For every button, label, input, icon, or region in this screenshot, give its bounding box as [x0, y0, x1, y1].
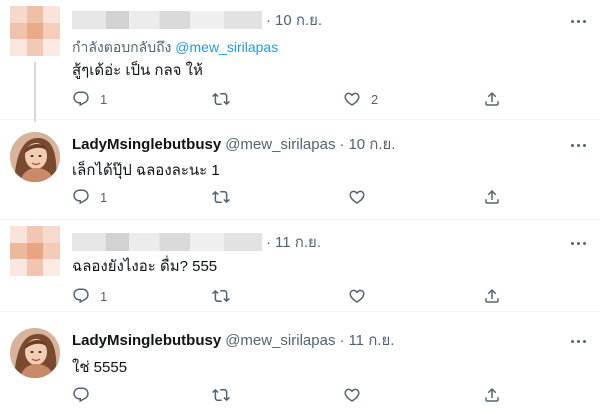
display-name[interactable]: LadyMsinglebutbusy: [72, 332, 221, 349]
share-button[interactable]: [483, 287, 501, 305]
retweet-button[interactable]: [212, 188, 230, 206]
more-icon[interactable]: [571, 340, 586, 343]
heart-icon: [348, 287, 366, 305]
display-name[interactable]: LadyMsinglebutbusy: [72, 136, 221, 153]
replying-to-label: กำลังตอบกลับถึง: [72, 39, 172, 55]
reply-count: 1: [100, 288, 108, 304]
tweet-text: เล็กได้ปุ๊ป ฉลองละนะ 1: [72, 162, 220, 179]
profile-photo: [10, 328, 60, 378]
timestamp[interactable]: 10 ก.ย.: [348, 132, 395, 156]
more-icon[interactable]: [571, 20, 586, 23]
retweet-icon: [212, 287, 230, 305]
reply-icon: [72, 90, 90, 108]
retweet-icon: [212, 188, 230, 206]
retweet-button[interactable]: [212, 287, 230, 305]
reply-count: 1: [100, 189, 108, 205]
share-icon: [483, 90, 501, 108]
reply-button[interactable]: 1: [72, 188, 107, 206]
reply-icon: [72, 386, 90, 404]
reply-count: 1: [100, 91, 108, 107]
separator-dot: ·: [266, 233, 271, 251]
heart-icon: [343, 386, 361, 404]
share-button[interactable]: [483, 188, 501, 206]
like-button[interactable]: 2: [343, 90, 378, 108]
handle[interactable]: @mew_sirilapas: [225, 332, 335, 349]
retweet-button[interactable]: [212, 386, 230, 404]
reply-icon: [72, 188, 90, 206]
timestamp[interactable]: 10 ก.ย.: [275, 8, 322, 32]
action-bar: [72, 386, 512, 406]
profile-photo: [10, 132, 60, 182]
tweet-text: สู้ๆเด้อ่ะ เป็น กลจ ให้: [72, 62, 203, 79]
retweet-icon: [212, 386, 230, 404]
retweet-icon: [212, 90, 230, 108]
like-button[interactable]: [348, 188, 366, 206]
tweet-text: ใช่ 5555: [72, 359, 128, 376]
share-button[interactable]: [483, 386, 501, 404]
share-icon: [483, 386, 501, 404]
blurred-display-name[interactable]: [72, 233, 262, 251]
action-bar: 1: [72, 287, 512, 307]
more-icon[interactable]: [571, 242, 586, 245]
user-avatar[interactable]: [10, 328, 60, 378]
reply-button[interactable]: 1: [72, 90, 107, 108]
retweet-button[interactable]: [212, 90, 230, 108]
heart-icon: [348, 188, 366, 206]
share-button[interactable]: [483, 90, 501, 108]
share-icon: [483, 188, 501, 206]
thread-line: [34, 62, 36, 122]
reply-icon: [72, 287, 90, 305]
blurred-avatar[interactable]: [10, 226, 60, 276]
tweet[interactable]: LadyMsinglebutbusy @mew_sirilapas · 11 ก…: [0, 312, 600, 414]
blurred-display-name[interactable]: [72, 11, 262, 29]
blurred-avatar[interactable]: [10, 6, 60, 56]
action-bar: 1 2: [72, 90, 512, 110]
like-button[interactable]: [343, 386, 361, 404]
reply-button[interactable]: [72, 386, 90, 404]
reply-button[interactable]: 1: [72, 287, 107, 305]
tweet[interactable]: LadyMsinglebutbusy @mew_sirilapas · 10 ก…: [0, 120, 600, 220]
heart-icon: [343, 90, 361, 108]
like-count: 2: [371, 91, 379, 107]
timestamp[interactable]: 11 ก.ย.: [275, 230, 321, 254]
separator-dot: ·: [266, 11, 271, 29]
tweet[interactable]: · 11 ก.ย. ฉลองยังไงอะ ดื่ม? 555 1: [0, 220, 600, 312]
tweet-text: ฉลองยังไงอะ ดื่ม? 555: [72, 258, 218, 275]
share-icon: [483, 287, 501, 305]
tweet[interactable]: · 10 ก.ย. กำลังตอบกลับถึง @mew_sirilapas…: [0, 0, 600, 122]
more-icon[interactable]: [571, 144, 586, 147]
separator-dot: ·: [339, 135, 345, 153]
action-bar: 1: [72, 188, 512, 208]
like-button[interactable]: [348, 287, 366, 305]
user-avatar[interactable]: [10, 132, 60, 182]
replying-to: กำลังตอบกลับถึง @mew_sirilapas: [72, 37, 278, 59]
timestamp[interactable]: 11 ก.ย.: [348, 328, 394, 352]
separator-dot: ·: [339, 331, 345, 349]
handle[interactable]: @mew_sirilapas: [225, 136, 335, 153]
reply-mention-link[interactable]: @mew_sirilapas: [175, 39, 278, 55]
